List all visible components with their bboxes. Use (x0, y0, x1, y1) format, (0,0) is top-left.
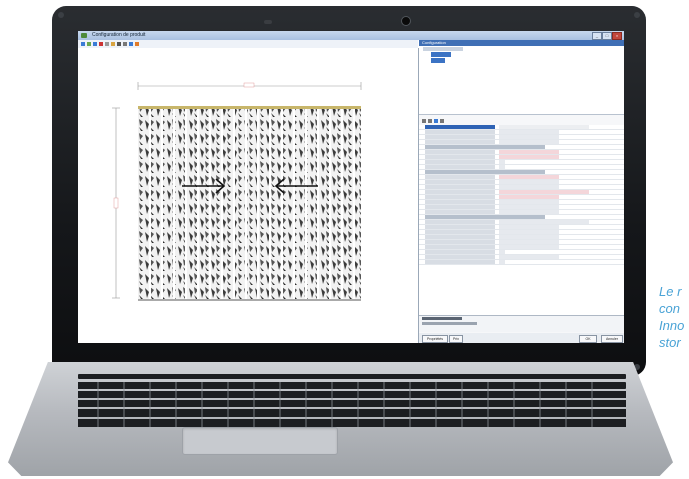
drawing-canvas[interactable] (78, 48, 419, 343)
property-description (419, 315, 624, 332)
cancel-button[interactable]: Annuler (601, 335, 623, 343)
tree-root[interactable] (423, 47, 463, 51)
refresh-icon[interactable] (440, 119, 444, 123)
bezel-screw (634, 12, 640, 18)
vertical-slats (138, 109, 361, 299)
keyboard (68, 372, 634, 434)
description-title (422, 317, 462, 320)
caption-line: con (659, 301, 680, 316)
screen: Configuration de produit _ □ × Configura… (78, 31, 624, 343)
properties-panel: Configuration Propriétés Prix OK Annuler (419, 40, 624, 343)
tab-price[interactable]: Prix (449, 335, 463, 343)
blind-drawing (112, 82, 362, 301)
minimize-button[interactable]: _ (592, 32, 602, 40)
close-button[interactable]: × (612, 32, 622, 40)
head-rail (138, 106, 361, 109)
view-icon[interactable] (129, 42, 133, 46)
caption-line: Inno (659, 318, 685, 333)
category-icon[interactable] (428, 119, 432, 123)
bezel-screw (58, 12, 64, 18)
new-icon[interactable] (81, 42, 85, 46)
tree-item-selected[interactable] (431, 52, 451, 57)
caption-text: Le r con Inno stor (659, 283, 684, 351)
window-titlebar: Configuration de produit _ □ × (78, 31, 624, 40)
delete-icon[interactable] (99, 42, 103, 46)
line-icon[interactable] (123, 42, 127, 46)
tab-properties[interactable]: Propriétés (422, 335, 448, 343)
filter-icon[interactable] (434, 119, 438, 123)
product-tree[interactable] (419, 46, 624, 115)
print-icon[interactable] (93, 42, 97, 46)
zoom-icon[interactable] (105, 42, 109, 46)
description-text (422, 322, 477, 325)
width-dimension-label (243, 82, 255, 88)
laptop: Configuration de produit _ □ × Configura… (0, 0, 689, 479)
height-dimension-label (113, 197, 119, 209)
webcam-icon (401, 16, 411, 26)
caption-line: Le r (659, 284, 682, 299)
property-grid[interactable] (419, 125, 624, 315)
trackpad[interactable] (182, 427, 338, 455)
export-icon[interactable] (135, 42, 139, 46)
maximize-button[interactable]: □ (602, 32, 612, 40)
sort-icon[interactable] (422, 119, 426, 123)
property-row[interactable] (419, 260, 624, 265)
tree-item-child[interactable] (431, 58, 445, 63)
caption-line: stor (659, 335, 681, 350)
property-toolbar (419, 117, 624, 123)
keyboard-keys (68, 374, 634, 427)
panel-footer: Propriétés Prix OK Annuler (419, 333, 624, 343)
measure-icon[interactable] (111, 42, 115, 46)
ok-button[interactable]: OK (579, 335, 597, 343)
pointer-icon[interactable] (117, 42, 121, 46)
save-icon[interactable] (87, 42, 91, 46)
speaker-grille (264, 20, 272, 24)
window-title: Configuration de produit (92, 32, 146, 38)
app-icon (81, 33, 87, 38)
